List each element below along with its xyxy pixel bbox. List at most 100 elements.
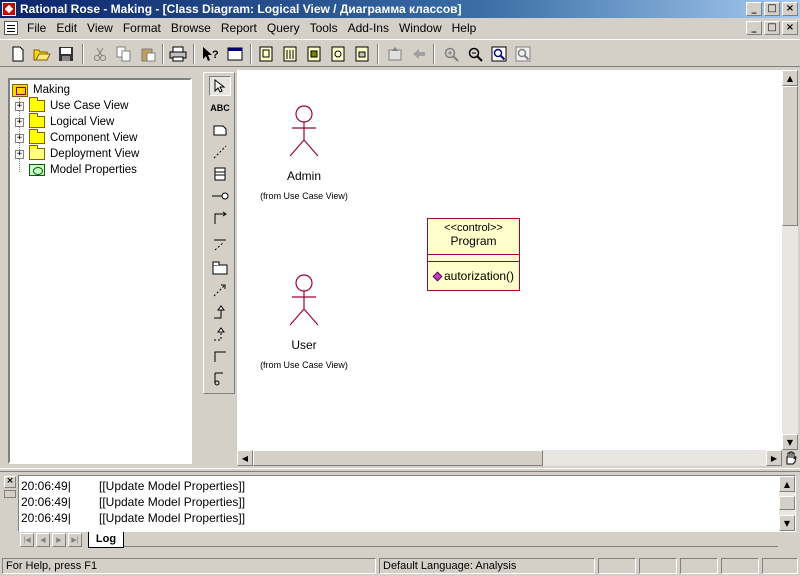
- menu-edit[interactable]: Edit: [51, 19, 82, 37]
- text-icon[interactable]: ABC: [209, 98, 231, 118]
- mdi-minimize-button[interactable]: _: [746, 21, 762, 35]
- log-vertical-scrollbar[interactable]: ▲ ▼: [779, 476, 795, 531]
- log-line: 20:06:49| [[Update Model Properties]]: [21, 511, 245, 525]
- unidirectional-association-icon[interactable]: [209, 208, 231, 228]
- browse-parent-icon[interactable]: [385, 44, 405, 64]
- browse-interaction-diagram-icon[interactable]: [280, 44, 300, 64]
- size-grip-hand-icon[interactable]: [782, 450, 798, 466]
- standard-toolbar: ?: [0, 39, 800, 67]
- actor-admin-icon[interactable]: [282, 104, 327, 160]
- menu-window[interactable]: Window: [394, 19, 447, 37]
- zoom-out-icon[interactable]: [465, 44, 485, 64]
- tab-previous-icon[interactable]: ◀: [36, 533, 50, 547]
- paste-icon[interactable]: [138, 44, 158, 64]
- restore-button[interactable]: □: [764, 2, 780, 16]
- browser-tree[interactable]: Making + Use Case View + Logical View + …: [8, 78, 192, 464]
- note-icon[interactable]: [209, 120, 231, 140]
- scroll-right-icon[interactable]: ▶: [766, 450, 782, 466]
- generalization-icon[interactable]: [209, 302, 231, 322]
- operation-icon: [432, 271, 443, 281]
- class-program[interactable]: <<control>> Program autorization(): [427, 218, 520, 291]
- tab-first-icon[interactable]: |◀: [20, 533, 34, 547]
- browse-class-diagram-icon[interactable]: [256, 44, 276, 64]
- mdi-close-button[interactable]: ×: [782, 21, 798, 35]
- document-system-menu-icon[interactable]: [4, 21, 18, 35]
- open-icon[interactable]: [32, 44, 52, 64]
- log-pane[interactable]: 20:06:49| [[Update Model Properties]] 20:…: [18, 475, 796, 532]
- browse-component-diagram-icon[interactable]: [304, 44, 324, 64]
- log-dock-icon[interactable]: [4, 490, 16, 498]
- expand-plus-icon[interactable]: +: [15, 117, 24, 127]
- browse-previous-icon[interactable]: [409, 44, 429, 64]
- log-scroll-down-icon[interactable]: ▼: [779, 515, 795, 531]
- copy-icon[interactable]: [114, 44, 134, 64]
- realize-icon[interactable]: [209, 324, 231, 344]
- expand-plus-icon[interactable]: +: [15, 149, 24, 159]
- menu-view[interactable]: View: [82, 19, 118, 37]
- close-button[interactable]: ×: [782, 2, 798, 16]
- log-scroll-thumb[interactable]: [779, 496, 795, 510]
- menu-bar: File Edit View Format Browse Report Quer…: [0, 18, 800, 38]
- cut-icon[interactable]: [90, 44, 110, 64]
- tree-item-deployment-view[interactable]: + Deployment View: [15, 145, 139, 162]
- menu-browse[interactable]: Browse: [166, 19, 216, 37]
- anchor-note-icon[interactable]: [209, 142, 231, 162]
- actor-user-icon[interactable]: [282, 273, 327, 329]
- browse-state-diagram-icon[interactable]: [352, 44, 372, 64]
- menu-report[interactable]: Report: [216, 19, 262, 37]
- association-class-icon[interactable]: [209, 234, 231, 254]
- menu-query[interactable]: Query: [262, 19, 305, 37]
- menu-add-ins[interactable]: Add-Ins: [343, 19, 394, 37]
- rational-rose-app-icon[interactable]: [2, 2, 16, 16]
- canvas-horizontal-scrollbar[interactable]: ◀ ▶: [237, 450, 782, 466]
- tree-item-component-view[interactable]: + Component View: [15, 129, 138, 146]
- log-line: 20:06:49| [[Update Model Properties]]: [21, 479, 245, 493]
- horizontal-scroll-thumb[interactable]: [253, 450, 543, 466]
- tree-item-model-properties[interactable]: Model Properties: [29, 162, 137, 178]
- vertical-scroll-thumb[interactable]: [782, 86, 798, 226]
- view-doc-icon[interactable]: [225, 44, 245, 64]
- scroll-up-icon[interactable]: ▲: [782, 70, 798, 86]
- class-operation[interactable]: autorization(): [432, 269, 514, 283]
- fit-in-window-icon[interactable]: [489, 44, 509, 64]
- tree-item-use-case-view[interactable]: + Use Case View: [15, 97, 128, 114]
- interface-icon[interactable]: [209, 186, 231, 206]
- canvas-vertical-scrollbar[interactable]: ▲ ▼: [782, 70, 798, 450]
- expand-plus-icon[interactable]: +: [15, 101, 24, 111]
- zoom-in-icon[interactable]: [441, 44, 461, 64]
- undo-fit-icon[interactable]: [513, 44, 533, 64]
- tab-next-icon[interactable]: ▶: [52, 533, 66, 547]
- new-icon[interactable]: [8, 44, 28, 64]
- save-icon[interactable]: [56, 44, 76, 64]
- scroll-left-icon[interactable]: ◀: [237, 450, 253, 466]
- menu-file[interactable]: File: [22, 19, 51, 37]
- log-scroll-up-icon[interactable]: ▲: [779, 476, 795, 492]
- svg-text:?: ?: [212, 49, 219, 61]
- mdi-restore-button[interactable]: □: [764, 21, 780, 35]
- context-help-icon[interactable]: ?: [201, 44, 221, 64]
- class-icon[interactable]: [209, 164, 231, 184]
- dependency-icon[interactable]: [209, 280, 231, 300]
- actor-user-source: (from Use Case View): [260, 360, 348, 370]
- unidirectional-aggregation-icon[interactable]: [209, 368, 231, 388]
- log-close-icon[interactable]: ×: [4, 476, 16, 488]
- tab-last-icon[interactable]: ▶|: [68, 533, 82, 547]
- menu-format[interactable]: Format: [118, 19, 166, 37]
- tree-item-logical-view[interactable]: + Logical View: [15, 113, 114, 130]
- tree-root-making[interactable]: Making: [12, 82, 70, 98]
- log-line: 20:06:49| [[Update Model Properties]]: [21, 495, 245, 509]
- pane-splitter[interactable]: [0, 468, 800, 472]
- menu-tools[interactable]: Tools: [305, 19, 343, 37]
- minimize-button[interactable]: _: [746, 2, 762, 16]
- menu-help[interactable]: Help: [447, 19, 482, 37]
- browse-deployment-diagram-icon[interactable]: [328, 44, 348, 64]
- expand-plus-icon[interactable]: +: [15, 133, 24, 143]
- selection-icon[interactable]: [209, 76, 231, 96]
- aggregation-icon[interactable]: [209, 346, 231, 366]
- package-icon[interactable]: [209, 258, 231, 278]
- class-diagram-canvas[interactable]: Admin (from Use Case View) User (from Us…: [237, 70, 782, 450]
- scroll-down-icon[interactable]: ▼: [782, 434, 798, 450]
- print-icon[interactable]: [168, 44, 188, 64]
- tree-item-label: Component View: [50, 132, 138, 144]
- tab-log[interactable]: Log: [88, 532, 124, 548]
